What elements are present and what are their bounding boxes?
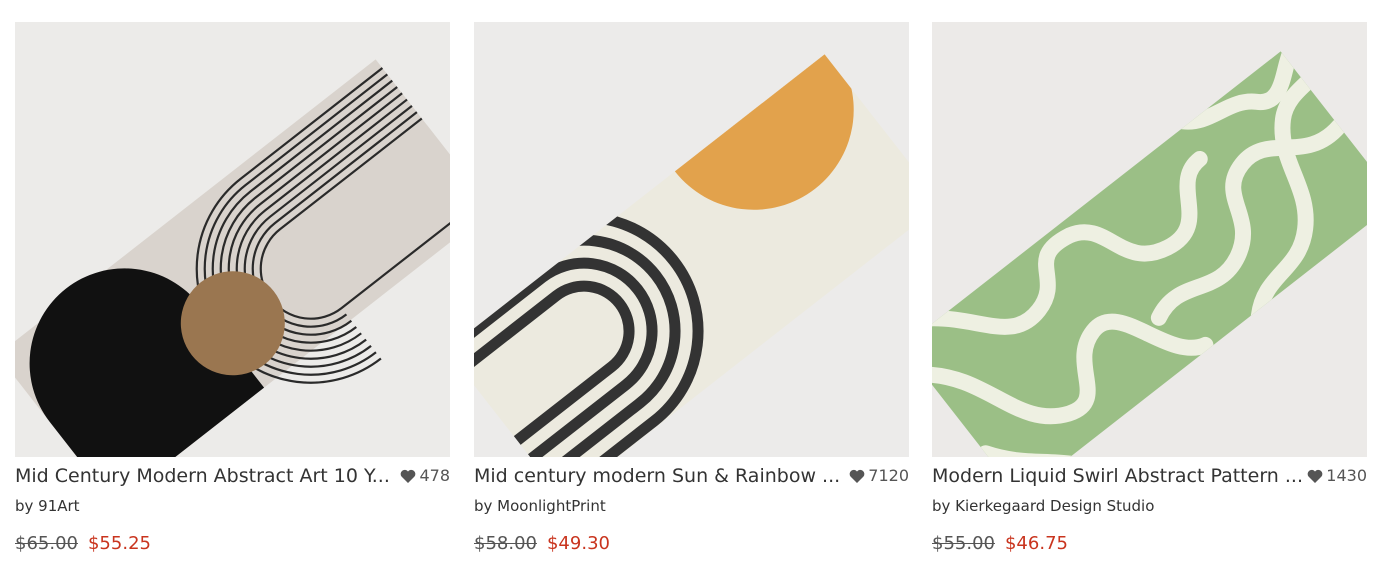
- favorite-count-label: 7120: [868, 466, 909, 485]
- product-title[interactable]: Mid Century Modern Abstract Art 10 Y...: [15, 463, 393, 489]
- price-block: $55.00 $46.75: [932, 532, 1068, 556]
- sale-price: $46.75: [1004, 533, 1068, 554]
- heart-icon: [401, 469, 416, 483]
- product-image[interactable]: [932, 22, 1367, 457]
- favorite-count-label: 478: [419, 466, 450, 485]
- original-price: $55.00: [932, 533, 995, 554]
- artist-link[interactable]: by MoonlightPrint: [474, 496, 606, 516]
- favorite-count[interactable]: 478: [400, 465, 450, 487]
- product-card[interactable]: Mid Century Modern Abstract Art 10 Y... …: [15, 22, 450, 557]
- sale-price: $55.25: [87, 533, 151, 554]
- product-image[interactable]: [474, 22, 909, 457]
- price-block: $65.00 $55.25: [15, 532, 151, 556]
- favorite-count[interactable]: 1430: [1307, 465, 1367, 487]
- sale-price: $49.30: [546, 533, 610, 554]
- original-price: $65.00: [15, 533, 78, 554]
- favorite-count-label: 1430: [1326, 466, 1367, 485]
- product-image[interactable]: [15, 22, 450, 457]
- heart-icon: [1307, 469, 1323, 483]
- price-block: $58.00 $49.30: [474, 532, 610, 556]
- favorite-count[interactable]: 7120: [849, 465, 909, 487]
- product-card[interactable]: Mid century modern Sun & Rainbow ... 712…: [474, 22, 909, 557]
- artist-link[interactable]: by Kierkegaard Design Studio: [932, 496, 1154, 516]
- artist-link[interactable]: by 91Art: [15, 496, 80, 516]
- product-title[interactable]: Mid century modern Sun & Rainbow ...: [474, 463, 852, 489]
- product-card[interactable]: Modern Liquid Swirl Abstract Pattern ...…: [932, 22, 1367, 557]
- product-title[interactable]: Modern Liquid Swirl Abstract Pattern ...: [932, 463, 1310, 489]
- original-price: $58.00: [474, 533, 537, 554]
- heart-icon: [849, 469, 865, 483]
